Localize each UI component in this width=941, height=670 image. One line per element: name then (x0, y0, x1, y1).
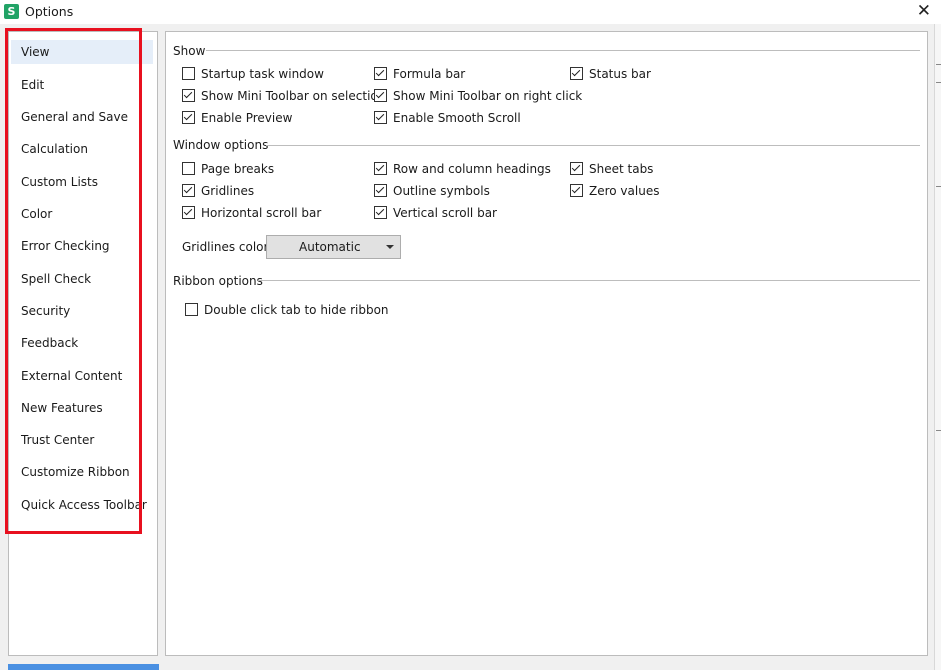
background-window-edge (934, 24, 941, 670)
section-header-window-options: Window options (173, 138, 269, 152)
section-header-show: Show (173, 44, 206, 58)
checkbox-outline-symbols[interactable]: Outline symbols (374, 183, 490, 199)
checkbox-horizontal-scroll-bar[interactable]: Horizontal scroll bar (182, 205, 321, 221)
nav-item-edit[interactable]: Edit (21, 73, 44, 97)
options-nav-panel: View Edit General and Save Calculation C… (8, 31, 158, 656)
nav-item-error-checking[interactable]: Error Checking (21, 234, 110, 258)
nav-item-external-content[interactable]: External Content (21, 364, 122, 388)
checkbox-checked-icon (570, 162, 583, 175)
nav-item-view[interactable]: View (11, 40, 153, 64)
nav-item-trust-center[interactable]: Trust Center (21, 428, 94, 452)
checkbox-zero-values[interactable]: Zero values (570, 183, 659, 199)
checkbox-label: Formula bar (393, 67, 466, 81)
checkbox-gridlines[interactable]: Gridlines (182, 183, 254, 199)
gridlines-color-label: Gridlines color: (182, 240, 273, 254)
checkbox-checked-icon (374, 162, 387, 175)
gridlines-color-dropdown[interactable]: Automatic (266, 235, 401, 259)
section-divider (206, 50, 920, 51)
checkbox-checked-icon (374, 111, 387, 124)
checkbox-unchecked-icon (185, 303, 198, 316)
checkbox-checked-icon (182, 111, 195, 124)
checkbox-startup-task-window[interactable]: Startup task window (182, 66, 324, 82)
checkbox-formula-bar[interactable]: Formula bar (374, 66, 465, 82)
checkbox-row-and-column-headings[interactable]: Row and column headings (374, 161, 551, 177)
checkbox-label: Vertical scroll bar (393, 206, 497, 220)
checkbox-mini-toolbar-on-right-click[interactable]: Show Mini Toolbar on right click (374, 88, 582, 104)
checkbox-checked-icon (570, 184, 583, 197)
checkbox-checked-icon (182, 206, 195, 219)
checkbox-checked-icon (374, 67, 387, 80)
section-divider (258, 280, 920, 281)
dropdown-value: Automatic (299, 240, 361, 254)
checkbox-unchecked-icon (182, 162, 195, 175)
checkbox-checked-icon (570, 67, 583, 80)
checkbox-label: Startup task window (201, 67, 324, 81)
nav-item-color[interactable]: Color (21, 202, 52, 226)
edge-mark (936, 430, 941, 431)
checkbox-enable-smooth-scroll[interactable]: Enable Smooth Scroll (374, 110, 521, 126)
nav-item-quick-access-toolbar[interactable]: Quick Access Toolbar (21, 493, 147, 517)
edge-mark (936, 186, 941, 187)
checkbox-checked-icon (374, 206, 387, 219)
checkbox-enable-preview[interactable]: Enable Preview (182, 110, 292, 126)
nav-item-calculation[interactable]: Calculation (21, 137, 88, 161)
checkbox-checked-icon (374, 89, 387, 102)
nav-item-general-and-save[interactable]: General and Save (21, 105, 128, 129)
checkbox-status-bar[interactable]: Status bar (570, 66, 651, 82)
checkbox-checked-icon (182, 184, 195, 197)
checkbox-label: Page breaks (201, 162, 275, 176)
edge-mark (936, 82, 941, 83)
nav-item-new-features[interactable]: New Features (21, 396, 103, 420)
nav-item-customize-ribbon[interactable]: Customize Ribbon (21, 460, 130, 484)
checkbox-checked-icon (374, 184, 387, 197)
checkbox-mini-toolbar-on-selection[interactable]: Show Mini Toolbar on selection (182, 88, 385, 104)
checkbox-label: Enable Preview (201, 111, 293, 125)
checkbox-double-click-tab-hide-ribbon[interactable]: Double click tab to hide ribbon (185, 302, 389, 318)
checkbox-label: Enable Smooth Scroll (393, 111, 521, 125)
checkbox-vertical-scroll-bar[interactable]: Vertical scroll bar (374, 205, 497, 221)
checkbox-label: Show Mini Toolbar on selection (201, 89, 386, 103)
checkbox-label: Double click tab to hide ribbon (204, 303, 389, 317)
section-divider (266, 145, 920, 146)
view-settings-panel: Show Startup task window Formula bar Sta… (165, 31, 928, 656)
close-button[interactable]: ✕ (917, 1, 931, 21)
nav-item-spell-check[interactable]: Spell Check (21, 267, 91, 291)
title-bar: S Options ✕ (0, 0, 941, 24)
checkbox-label: Show Mini Toolbar on right click (393, 89, 583, 103)
checkbox-sheet-tabs[interactable]: Sheet tabs (570, 161, 653, 177)
checkbox-label: Row and column headings (393, 162, 551, 176)
checkbox-label: Horizontal scroll bar (201, 206, 322, 220)
checkbox-label: Status bar (589, 67, 651, 81)
bottom-accent-bar (8, 664, 159, 670)
checkbox-label: Gridlines (201, 184, 255, 198)
checkbox-checked-icon (182, 89, 195, 102)
checkbox-label: Outline symbols (393, 184, 490, 198)
nav-item-feedback[interactable]: Feedback (21, 331, 78, 355)
window-title: Options (25, 4, 74, 19)
dropdown-arrow-icon (386, 245, 394, 249)
checkbox-label: Zero values (589, 184, 660, 198)
edge-mark (936, 64, 941, 65)
checkbox-unchecked-icon (182, 67, 195, 80)
app-logo-icon: S (4, 4, 19, 19)
checkbox-label: Sheet tabs (589, 162, 654, 176)
checkbox-page-breaks[interactable]: Page breaks (182, 161, 274, 177)
nav-item-custom-lists[interactable]: Custom Lists (21, 170, 98, 194)
nav-item-security[interactable]: Security (21, 299, 70, 323)
section-header-ribbon-options: Ribbon options (173, 274, 263, 288)
